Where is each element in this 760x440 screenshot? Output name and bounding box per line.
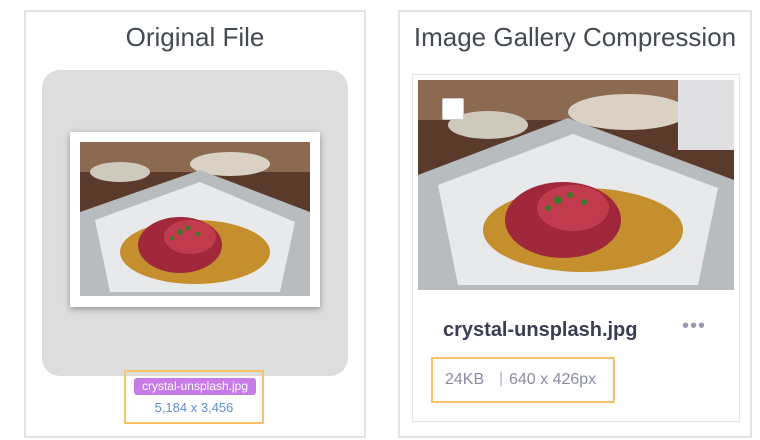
original-file-title: Original File <box>125 22 265 52</box>
meta-separator: | <box>499 370 504 387</box>
file-size: 24KB <box>445 371 485 388</box>
gallery-image-card[interactable]: crystal-unsplash.jpg ••• 24KB | 640 x 42… <box>412 74 740 422</box>
original-photo-thumbnail[interactable] <box>70 132 320 307</box>
original-file-panel: Original File crystal-unsplash.jpg 5,184… <box>24 10 366 438</box>
more-horizontal-icon: ••• <box>681 315 706 337</box>
original-dimensions: 5,184 x 3,456 <box>154 400 234 415</box>
compressed-meta: 24KB | 640 x 426px <box>431 357 615 403</box>
original-preview-area <box>42 70 348 376</box>
compressed-image[interactable] <box>418 80 734 290</box>
compression-title: Image Gallery Compression <box>413 22 737 52</box>
original-file-info: crystal-unsplash.jpg 5,184 x 3,456 <box>124 370 264 424</box>
card-filename: crystal-unsplash.jpg <box>443 319 638 341</box>
food-photo-image <box>418 80 734 290</box>
compressed-dimensions: 640 x 426px <box>509 371 597 388</box>
select-checkbox[interactable] <box>442 98 464 120</box>
original-filename-badge: crystal-unsplash.jpg <box>134 378 256 395</box>
more-options-button[interactable]: ••• <box>677 315 711 339</box>
food-photo-image <box>80 142 310 296</box>
compression-panel: Image Gallery Compression crystal-unspla… <box>398 10 752 438</box>
